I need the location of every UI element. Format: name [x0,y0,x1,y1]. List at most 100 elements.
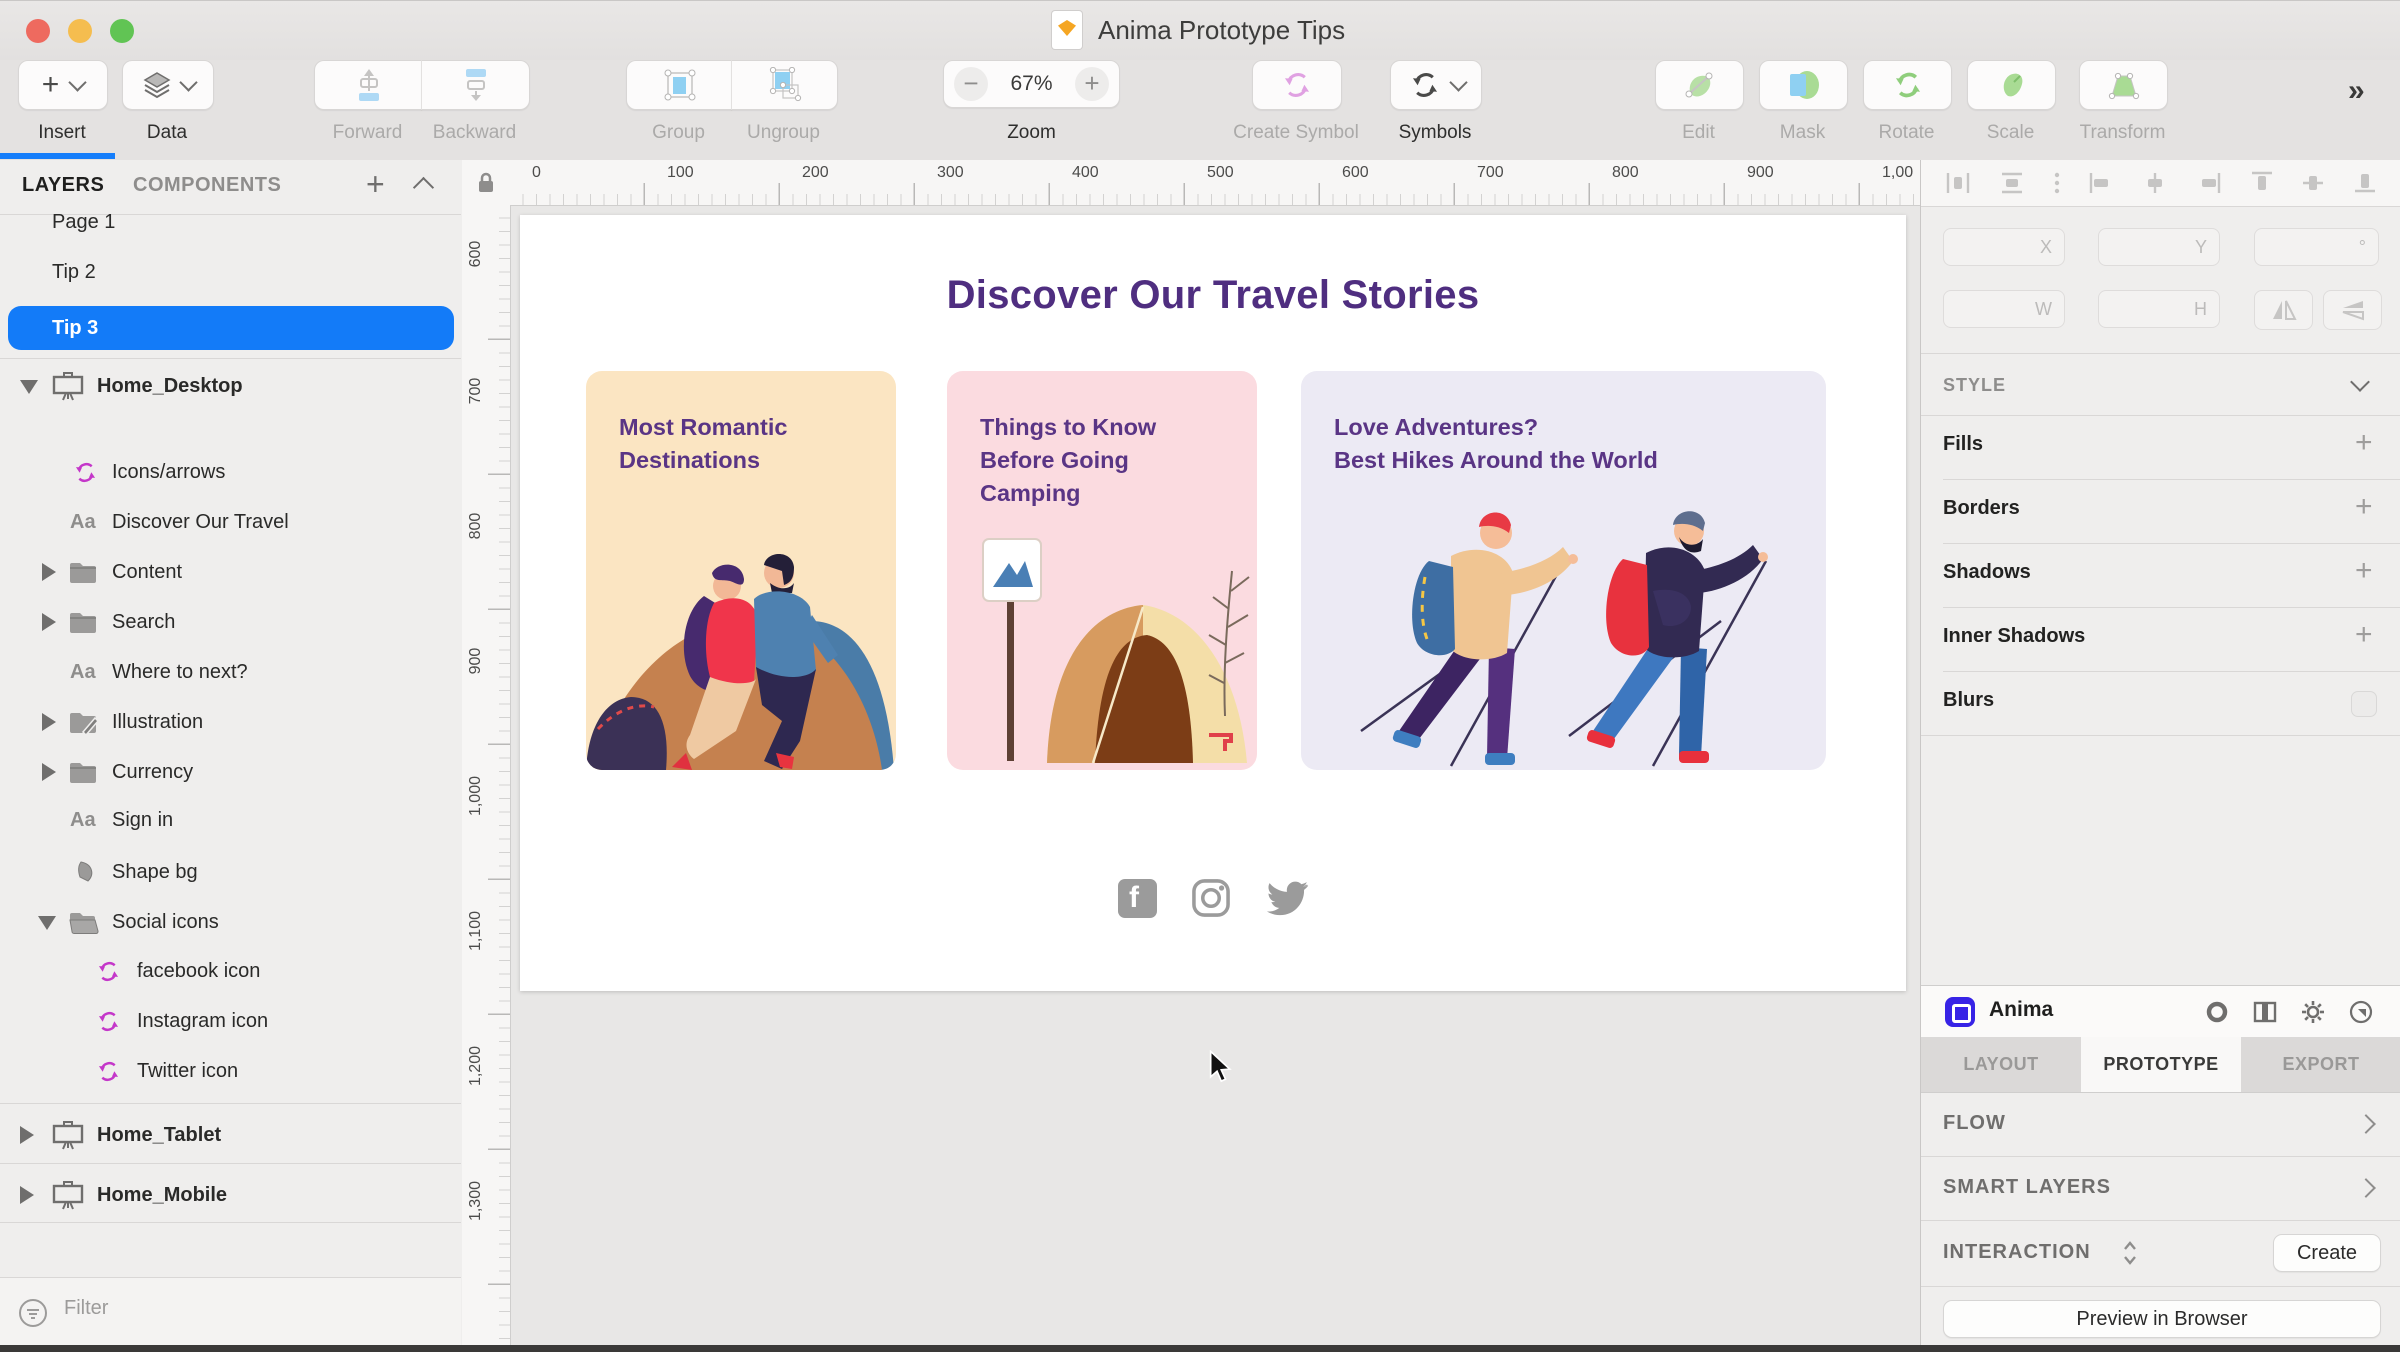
collapse-pages-icon[interactable] [413,177,434,198]
transform-button[interactable] [2079,60,2168,110]
page-item[interactable]: Tip 2 [52,250,96,294]
filter-input[interactable] [62,1296,366,1321]
x-position-field[interactable]: X [1943,228,2065,266]
insert-button[interactable]: + [18,60,108,110]
card-hikes-adventures[interactable]: Love Adventures? Best Hikes Around the W… [1301,371,1826,770]
zoom-out-button[interactable]: − [954,67,988,101]
layer-row-group[interactable]: Social icons [0,897,461,947]
blurs-section[interactable]: Blurs [1921,671,2400,735]
record-icon[interactable] [2205,1000,2229,1024]
ungroup-button[interactable] [731,60,838,110]
add-page-button[interactable]: + [366,166,385,203]
layer-row-text[interactable]: Aa Where to next? [0,647,461,697]
create-interaction-button[interactable]: Create [2273,1234,2381,1272]
y-position-field[interactable]: Y [2098,228,2220,266]
facebook-icon[interactable]: f [1118,879,1157,918]
zoom-window-button[interactable] [110,19,134,43]
shadows-section[interactable]: Shadows + [1921,543,2400,607]
symbols-button[interactable] [1390,60,1482,110]
tab-layout[interactable]: LAYOUT [1921,1037,2081,1092]
disclosure-closed-icon[interactable] [42,563,56,581]
tab-components[interactable]: COMPONENTS [133,174,281,197]
zoom-in-button[interactable]: + [1075,67,1109,101]
align-middle-vertical-icon[interactable] [2301,170,2325,196]
layer-row-symbol[interactable]: Instagram icon [0,996,461,1046]
layer-row-group[interactable]: Content [0,547,461,597]
close-window-button[interactable] [26,19,50,43]
preview-in-browser-button[interactable]: Preview in Browser [1943,1300,2381,1338]
data-button[interactable] [122,60,214,110]
distribute-horizontal-icon[interactable] [1945,171,1971,195]
mask-button[interactable] [1759,60,1848,110]
layer-row-symbol[interactable]: Icons/arrows [0,447,461,497]
move-backward-button[interactable] [421,60,530,110]
card-romantic-destinations[interactable]: Most Romantic Destinations [586,371,896,770]
align-center-horizontal-icon[interactable] [2142,171,2168,195]
fills-section[interactable]: Fills + [1921,415,2400,479]
layer-row-symbol[interactable]: Twitter icon [0,1046,461,1096]
scale-button[interactable] [1967,60,2056,110]
disclosure-open-icon[interactable] [20,380,38,394]
disclosure-closed-icon[interactable] [42,713,56,731]
edit-button[interactable] [1655,60,1744,110]
add-shadow-button[interactable]: + [2355,554,2373,588]
smart-layers-row[interactable]: SMART LAYERS [1921,1156,2400,1221]
move-forward-button[interactable] [314,60,422,110]
align-left-icon[interactable] [2088,171,2114,195]
layer-row-artboard[interactable]: Home_Mobile [0,1166,461,1224]
card-camping-tips[interactable]: Things to Know Before Going Camping [947,371,1257,770]
group-button[interactable] [626,60,732,110]
layer-row-artboard[interactable]: Home_Tablet [0,1106,461,1164]
sort-updown-icon[interactable] [2121,1238,2139,1268]
gear-icon[interactable] [2301,1000,2325,1024]
create-symbol-button[interactable] [1252,60,1342,110]
borders-section[interactable]: Borders + [1921,479,2400,543]
ruler-corner-lock[interactable] [462,160,511,206]
align-bottom-icon[interactable] [2353,170,2377,196]
page-item[interactable]: Page 1 [52,200,115,244]
disclosure-closed-icon[interactable] [42,613,56,631]
disable-icon[interactable] [2349,1000,2373,1024]
more-options-icon[interactable] [2053,171,2061,195]
align-top-icon[interactable] [2250,170,2274,196]
rotate-button[interactable] [1863,60,1952,110]
flip-vertical-button[interactable] [2323,290,2382,330]
panel-layout-icon[interactable] [2253,1000,2277,1024]
layer-row-artboard[interactable]: Home_Desktop [0,361,461,411]
disclosure-open-icon[interactable] [38,916,56,930]
rotation-field[interactable]: ° [2254,228,2379,266]
layer-row-symbol[interactable]: facebook icon [0,946,461,996]
add-inner-shadow-button[interactable]: + [2355,618,2373,652]
disclosure-closed-icon[interactable] [42,763,56,781]
layer-row-text[interactable]: Aa Discover Our Travel [0,497,461,547]
zoom-value[interactable]: 67% [1010,72,1052,96]
layer-row-group[interactable]: Illustration [0,697,461,747]
align-right-icon[interactable] [2196,171,2222,195]
toolbar-overflow-button[interactable]: » [2348,74,2361,108]
inner-shadows-section[interactable]: Inner Shadows + [1921,607,2400,671]
layer-row-group[interactable]: Search [0,597,461,647]
layer-row-shape[interactable]: Shape bg [0,847,461,897]
disclosure-closed-icon[interactable] [20,1126,34,1144]
twitter-icon[interactable] [1265,880,1309,917]
tab-layers[interactable]: LAYERS [22,174,104,197]
add-fill-button[interactable]: + [2355,426,2373,460]
add-border-button[interactable]: + [2355,490,2373,524]
canvas[interactable]: Discover Our Travel Stories Most Romanti… [462,160,1920,1352]
disclosure-closed-icon[interactable] [20,1186,34,1204]
layer-row-group[interactable]: Currency [0,747,461,797]
width-field[interactable]: W [1943,290,2065,328]
height-field[interactable]: H [2098,290,2220,328]
layer-row-text[interactable]: Aa Sign in [0,795,461,845]
page-item-selected[interactable]: Tip 3 [8,306,454,350]
blur-toggle[interactable] [2351,691,2377,717]
minimize-window-button[interactable] [68,19,92,43]
tab-export[interactable]: EXPORT [2241,1037,2400,1092]
tab-prototype[interactable]: PROTOTYPE [2081,1037,2241,1092]
artboard-home-desktop[interactable]: Discover Our Travel Stories Most Romanti… [520,215,1906,991]
flip-horizontal-button[interactable] [2254,290,2313,330]
instagram-icon[interactable] [1191,878,1231,918]
distribute-vertical-icon[interactable] [1999,171,2025,195]
style-section-header[interactable]: STYLE [1921,353,2400,415]
horizontal-ruler[interactable]: 0 100 200 300 400 500 600 700 800 900 1,… [510,160,1920,206]
